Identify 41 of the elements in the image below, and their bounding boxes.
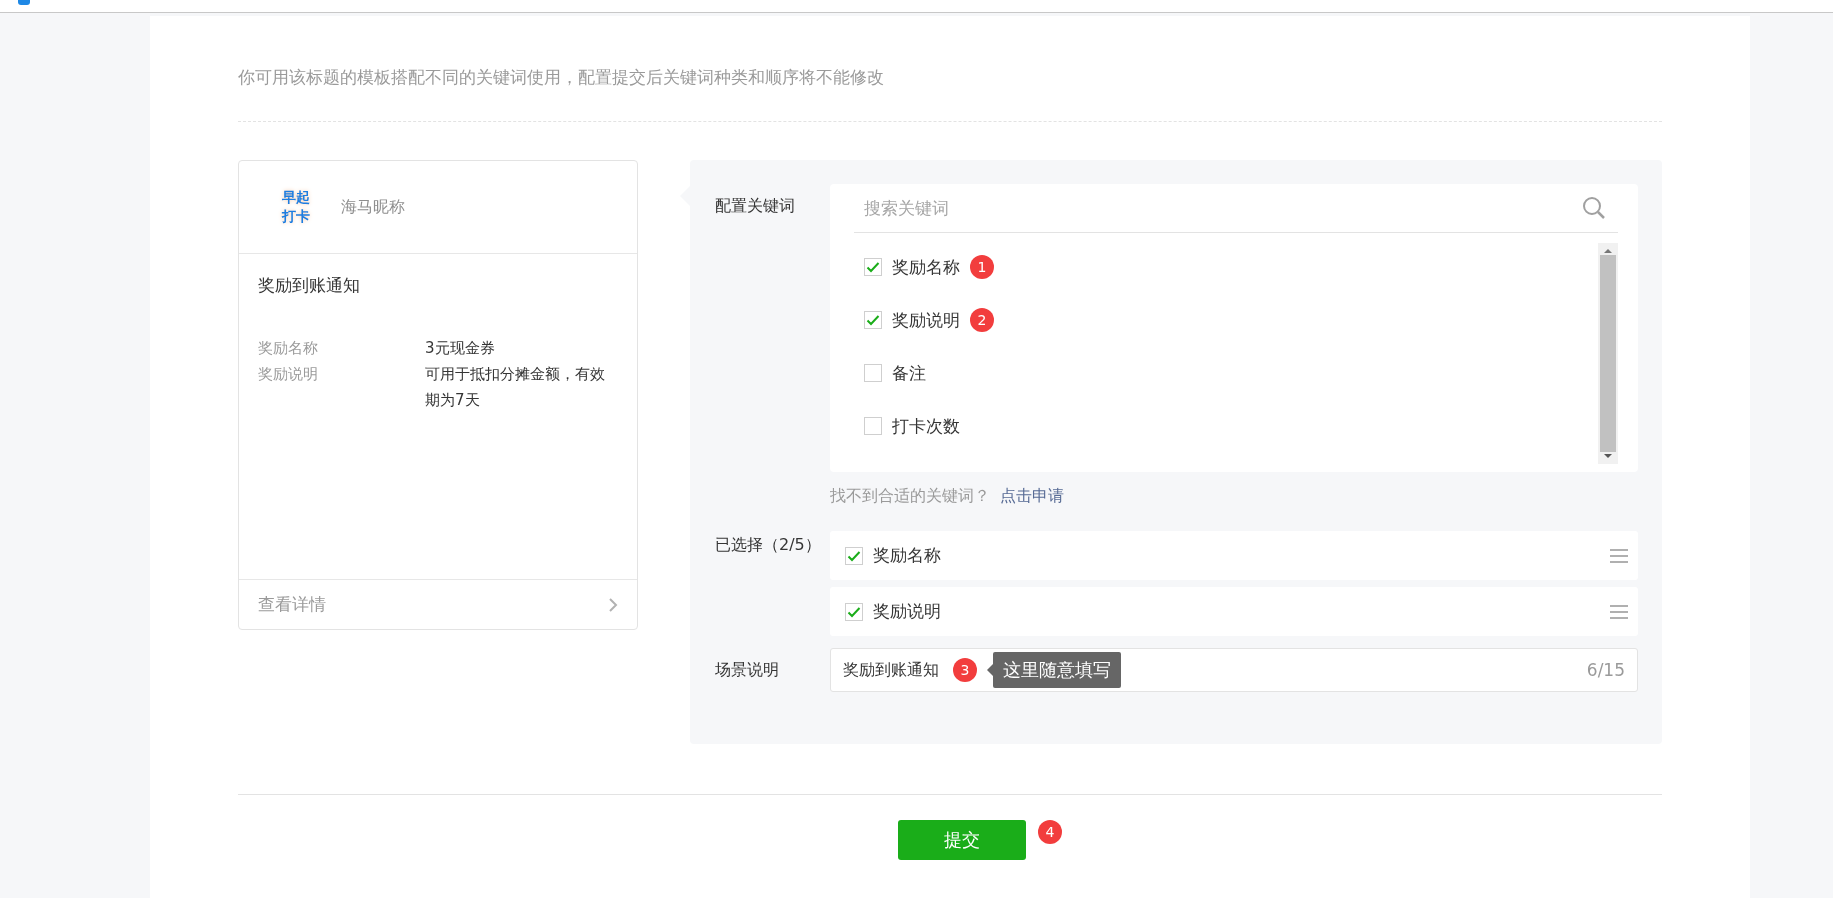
chevron-right-icon [608, 596, 618, 613]
field-label: 奖励名称 [258, 338, 319, 359]
step-badge: 3 [953, 658, 977, 682]
checkbox[interactable] [864, 258, 882, 276]
missing-hint: 找不到合适的关键词？ [830, 486, 990, 507]
keyword-option[interactable]: 打卡次数 [892, 414, 960, 438]
keyword-option[interactable]: 备注 [892, 361, 926, 385]
step-badge: 2 [970, 308, 994, 332]
keyword-option[interactable]: 奖励名称 [892, 255, 960, 279]
scrollbar[interactable] [1598, 243, 1618, 464]
apply-link[interactable]: 点击申请 [1000, 486, 1064, 507]
selected-keyword[interactable]: 奖励说明 [830, 587, 1638, 636]
drag-handle-icon [1610, 604, 1628, 619]
checkbox[interactable] [864, 311, 882, 329]
app-icon [18, 0, 30, 5]
field-label: 已选择（2/5） [715, 534, 822, 556]
char-counter: 6/15 [1586, 660, 1625, 680]
checkbox[interactable] [845, 602, 863, 621]
field-value: 3元现金券 [425, 338, 496, 359]
checkbox[interactable] [864, 417, 882, 435]
hint-text: 你可用该标题的模板搭配不同的关键词使用，配置提交后关键词种类和顺序将不能修改 [238, 16, 1662, 122]
message-title: 奖励到账通知 [258, 274, 361, 297]
step-badge: 4 [1038, 820, 1062, 844]
drag-handle-icon [1610, 548, 1628, 563]
selected-keyword[interactable]: 奖励名称 [830, 531, 1638, 580]
step-badge: 1 [970, 255, 994, 279]
field-label: 配置关键词 [715, 195, 796, 217]
scroll-down-icon[interactable] [1604, 454, 1612, 458]
field-value: 可用于抵扣分摊金额，有效期为7天 [425, 364, 606, 411]
search-icon [1582, 196, 1606, 220]
nickname: 海马昵称 [341, 196, 405, 218]
keyword-option[interactable]: 奖励说明 [892, 308, 960, 332]
scroll-up-icon[interactable] [1604, 249, 1612, 253]
logo: 早起 打卡 [280, 188, 311, 226]
tooltip: 这里随意填写 [987, 652, 1121, 688]
checkbox[interactable] [864, 364, 882, 382]
field-label: 场景说明 [715, 659, 780, 681]
scene-input[interactable]: 奖励到账通知 3 这里随意填写 6/15 [830, 648, 1638, 692]
search-field[interactable]: 搜索关键词 [862, 197, 1582, 219]
field-label: 奖励说明 [258, 364, 319, 385]
checkbox[interactable] [845, 546, 863, 565]
